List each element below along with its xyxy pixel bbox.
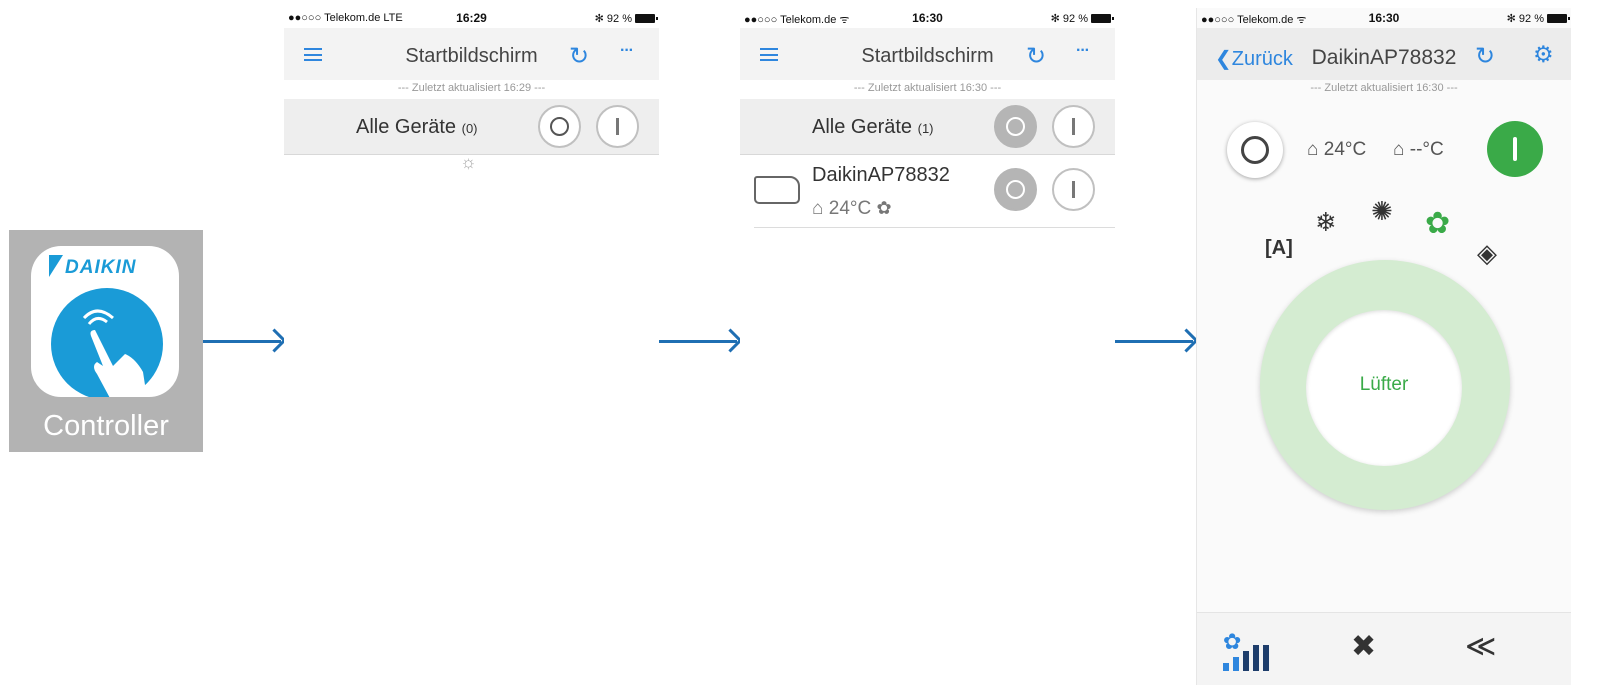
mode-heat-icon[interactable]: ✺ [1371, 196, 1393, 227]
mode-fan-icon[interactable]: ✿ [1425, 206, 1450, 241]
daikin-logo-mark [49, 255, 63, 277]
flow-arrow [203, 340, 281, 343]
power-on-icon [1072, 118, 1075, 135]
status-bar: ●●○○○ Telekom.de ᯤ 16:30 ✻ 92 % [1197, 8, 1571, 28]
outdoor-temperature: ⌂ --°C [1393, 139, 1444, 160]
battery-icon [635, 14, 658, 23]
air-conditioner-icon [754, 176, 800, 204]
refresh-icon[interactable]: ↻ [569, 42, 589, 71]
group-count: (0) [461, 121, 478, 136]
group-label: Alle Geräte (0) [356, 116, 478, 139]
daikin-logo-text: DAIKIN [65, 257, 137, 278]
group-name: Alle Geräte [356, 116, 457, 138]
bottom-toolbar: ✿ ✖ ≪ [1197, 612, 1571, 685]
nav-bar: ❮Zurück DaikinAP78832 ↻ ⚙ [1197, 28, 1571, 80]
group-count: (1) [917, 121, 934, 136]
refresh-icon[interactable]: ↻ [1026, 42, 1046, 71]
device-name: DaikinAP78832 [812, 164, 950, 186]
more-icon[interactable]: ··· [1076, 42, 1090, 60]
power-on-button[interactable] [1052, 105, 1095, 148]
page-title: DaikinAP78832 [1311, 46, 1457, 69]
battery-indicator: ✻ 92 % [594, 12, 658, 25]
mode-dial[interactable]: Lüfter [1260, 260, 1510, 510]
group-name: Alle Geräte [812, 116, 913, 138]
battery-icon [1091, 14, 1114, 23]
group-label: Alle Geräte (1) [812, 116, 934, 139]
power-off-button[interactable] [994, 105, 1037, 148]
battery-text: ✻ 92 % [594, 13, 632, 25]
all-devices-row[interactable]: Alle Geräte (0) [284, 99, 659, 155]
flow-arrow [1115, 340, 1193, 343]
fan-speed-level-bars [1223, 629, 1289, 671]
last-updated-text: --- Zuletzt aktualisiert 16:29 --- [397, 82, 546, 94]
indoor-temperature: ⌂ 24°C [1307, 139, 1367, 160]
device-row[interactable]: DaikinAP78832 ⌂ 24°C ✿ [754, 156, 1115, 228]
phone-screen-device-detail: ●●○○○ Telekom.de ᯤ 16:30 ✻ 92 % ❮Zurück … [1196, 8, 1571, 685]
more-icon[interactable]: ··· [620, 42, 634, 60]
power-off-button[interactable] [1227, 122, 1283, 178]
battery-icon [1547, 14, 1570, 23]
device-power-off-button[interactable] [994, 168, 1037, 211]
flow-arrow [659, 340, 737, 343]
fan-icon: ✿ [876, 198, 892, 218]
app-icon-label: Controller [43, 410, 169, 442]
fan-speed-bar [1243, 651, 1249, 671]
page-title: Startbildschirm [861, 45, 994, 67]
power-on-button[interactable] [596, 105, 639, 148]
fan-speed-bar [1263, 645, 1269, 671]
power-off-icon [1241, 136, 1269, 164]
hand-tap-icon [51, 288, 163, 397]
all-devices-row[interactable]: Alle Geräte (1) [740, 99, 1115, 155]
nav-bar: Startbildschirm ↻ ··· [740, 28, 1115, 80]
battery-text: ✻ 92 % [1506, 13, 1544, 25]
power-on-icon [616, 118, 619, 135]
fan-speed-button[interactable]: ✿ [1223, 629, 1289, 673]
app-icon[interactable]: DAIKIN [31, 246, 179, 397]
battery-text: ✻ 92 % [1050, 13, 1088, 25]
fan-speed-bar [1233, 657, 1239, 671]
status-bar: ●●○○○ Telekom.de ᯤ 16:30 ✻ 92 % [740, 8, 1115, 28]
current-mode-label: Lüfter [1359, 374, 1409, 395]
device-status: ⌂ 24°C ✿ [812, 198, 892, 220]
mode-dry-icon[interactable]: ◈ [1477, 238, 1497, 269]
phone-screen-home-loading: ●●○○○ Telekom.de LTE 16:29 ✻ 92 % Startb… [284, 8, 659, 685]
power-off-icon [550, 117, 569, 136]
power-on-icon [1072, 181, 1075, 198]
status-bar: ●●○○○ Telekom.de LTE 16:29 ✻ 92 % [284, 8, 659, 28]
power-off-icon [1006, 117, 1025, 136]
app-icon-tile[interactable]: DAIKIN Controller [9, 230, 203, 452]
fan-speed-bar [1253, 645, 1259, 671]
battery-indicator: ✻ 92 % [1050, 12, 1114, 25]
refresh-icon[interactable]: ↻ [1475, 42, 1495, 71]
power-on-button[interactable] [1487, 121, 1543, 177]
fan-speed-bar [1223, 663, 1229, 671]
battery-indicator: ✻ 92 % [1506, 12, 1570, 25]
device-temperature: ⌂ 24°C [812, 198, 872, 219]
mode-dial-center: Lüfter [1306, 310, 1462, 466]
settings-gear-icon[interactable]: ⚙ [1533, 41, 1554, 68]
power-off-button[interactable] [538, 105, 581, 148]
econo-icon: ✖ [1351, 630, 1377, 663]
mode-auto-icon[interactable]: [A] [1265, 237, 1293, 260]
loading-spinner-icon: ☼ [460, 152, 477, 172]
last-updated-text: --- Zuletzt aktualisiert 16:30 --- [853, 82, 1002, 94]
econo-mode-button[interactable]: ✖ [1351, 629, 1376, 664]
nav-bar: Startbildschirm ↻ ··· [284, 28, 659, 80]
powerful-icon: ≪ [1465, 630, 1497, 663]
last-updated-text: --- Zuletzt aktualisiert 16:30 --- [1310, 82, 1458, 94]
power-on-icon [1513, 137, 1517, 161]
power-off-icon [1006, 180, 1025, 199]
page-title: Startbildschirm [405, 45, 538, 67]
phone-screen-home-loaded: ●●○○○ Telekom.de ᯤ 16:30 ✻ 92 % Startbil… [740, 8, 1115, 685]
mode-cool-icon[interactable]: ❄ [1315, 207, 1337, 238]
device-power-on-button[interactable] [1052, 168, 1095, 211]
powerful-mode-button[interactable]: ≪ [1465, 629, 1496, 664]
